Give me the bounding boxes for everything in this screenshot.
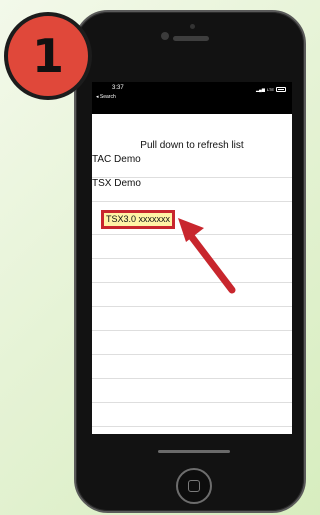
list-item-label: TAC Demo [92, 154, 141, 165]
list-item-label: TSX Demo [92, 178, 141, 189]
step-number: 1 [31, 29, 64, 83]
status-bar: 3:37 ◂ Search ▂▄▆ LTE [92, 82, 292, 114]
signal-icon: ▂▄▆ [255, 87, 265, 92]
empty-row [92, 331, 292, 355]
empty-row [92, 403, 292, 427]
front-camera-icon [161, 32, 169, 40]
home-button-icon[interactable] [176, 468, 212, 504]
status-time: 3:37 [112, 85, 124, 91]
empty-row [92, 355, 292, 379]
arrow-pointer-icon [178, 218, 236, 294]
step-number-badge: 1 [4, 12, 92, 100]
carrier-label: LTE [266, 87, 274, 92]
empty-row [92, 379, 292, 403]
home-indicator [158, 450, 230, 453]
battery-icon [276, 87, 286, 92]
earpiece-speaker [173, 36, 209, 41]
proximity-sensor-icon [190, 24, 195, 29]
highlighted-list-item-label: TSX3.0 xxxxxxx [101, 210, 176, 229]
empty-row [92, 307, 292, 331]
status-indicators: ▂▄▆ LTE [256, 87, 286, 92]
back-to-search-link[interactable]: ◂ Search [96, 94, 116, 100]
list-item[interactable]: TSX Demo [92, 178, 292, 202]
